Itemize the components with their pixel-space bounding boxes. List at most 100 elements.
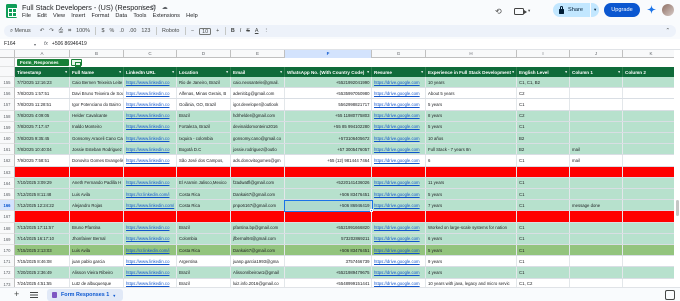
table-cell[interactable]: [623, 245, 680, 256]
table-cell[interactable]: 7/14/2025 16:17:10: [15, 233, 70, 244]
menu-data[interactable]: Data: [115, 13, 127, 19]
table-cell[interactable]: [570, 166, 623, 177]
table-header-cell[interactable]: Column 2▾: [623, 67, 680, 77]
row-header[interactable]: 162: [0, 155, 15, 167]
table-cell[interactable]: https://www.linkedin.co: [124, 121, 177, 132]
explore-icon[interactable]: [665, 290, 675, 300]
table-cell[interactable]: C1: [517, 155, 570, 166]
table-cell[interactable]: Davi Bruno Teixeira de Sousa: [70, 88, 124, 99]
row-header[interactable]: 158: [0, 110, 15, 122]
row-header[interactable]: 166: [0, 200, 15, 212]
table-cell[interactable]: message done: [570, 200, 623, 211]
table-cell[interactable]: C1: [517, 121, 570, 132]
table-cell[interactable]: [623, 256, 680, 267]
table-cell[interactable]: 10 años: [426, 133, 517, 144]
table-cell[interactable]: https://www.linkedin.co: [124, 267, 177, 278]
table-cell[interactable]: [426, 166, 517, 177]
menu-edit[interactable]: Edit: [37, 13, 47, 19]
table-cell[interactable]: https://drive.google.com: [372, 144, 426, 155]
row-header[interactable]: [0, 58, 15, 67]
table-cell[interactable]: 7/8/2025 1:57:51: [15, 88, 70, 99]
table-cell[interactable]: Lutz de albuquerque: [70, 278, 124, 287]
table-header-cell[interactable]: Column 1 ▾: [570, 67, 623, 77]
share-button[interactable]: Share ▾: [553, 3, 599, 17]
table-cell[interactable]: https://drive.google.com: [372, 110, 426, 121]
table-cell[interactable]: [570, 110, 623, 121]
share-dropdown-icon[interactable]: ▾: [594, 7, 596, 13]
column-header-h[interactable]: H: [426, 50, 517, 58]
table-cell[interactable]: Inaldo Monteiro: [70, 121, 124, 132]
table-cell[interactable]: [623, 166, 680, 177]
table-cell[interactable]: Fortaleza, Brazil: [177, 121, 231, 132]
table-cell[interactable]: +506 83476451: [285, 245, 372, 256]
table-name-chip[interactable]: Form_Responses: [17, 59, 69, 66]
table-cell[interactable]: mail: [570, 144, 623, 155]
table-cell[interactable]: +55 85 994102280: [285, 121, 372, 132]
table-cell[interactable]: +5535997050980: [285, 88, 372, 99]
table-cell[interactable]: 9 years: [426, 256, 517, 267]
table-cell[interactable]: +55 11980775803: [285, 110, 372, 121]
table-cell[interactable]: [570, 222, 623, 233]
table-cell[interactable]: https://www.linkedin.co: [124, 155, 177, 166]
row-header[interactable]: 171: [0, 256, 15, 268]
table-cell[interactable]: 7/7/2025 12:16:23: [15, 77, 70, 88]
table-cell[interactable]: Costa Rica: [177, 200, 231, 211]
table-cell[interactable]: 7/9/2025 7:58:51: [15, 155, 70, 166]
column-filter-icon[interactable]: ▾: [421, 70, 423, 74]
table-cell[interactable]: adeniti1g@gmail.com: [231, 88, 285, 99]
table-cell[interactable]: Brazil: [177, 267, 231, 278]
table-cell[interactable]: caio.nexsantele@gmail.: [231, 77, 285, 88]
column-filter-icon[interactable]: ▾: [565, 70, 567, 74]
row-header[interactable]: 156: [0, 88, 15, 100]
table-cell[interactable]: C1, C2: [517, 278, 570, 287]
table-cell[interactable]: https://www.linkedin.co: [124, 222, 177, 233]
table-cell[interactable]: Jossie Esteban Rodriguez: [70, 144, 124, 155]
table-cell[interactable]: https://drive.google.com: [372, 88, 426, 99]
table-cell[interactable]: Brazil: [177, 110, 231, 121]
italic-button[interactable]: I: [240, 28, 242, 34]
paint-format-icon[interactable]: ⌗: [68, 28, 71, 35]
table-cell[interactable]: 7/8/2025 7:17:47: [15, 121, 70, 132]
table-header-cell[interactable]: Experience in Full Stack Development ▾: [426, 67, 517, 77]
column-header-e[interactable]: E: [231, 50, 285, 58]
column-header-a[interactable]: A: [15, 50, 70, 58]
vertical-scrollbar[interactable]: [674, 50, 680, 287]
table-cell[interactable]: https://drive.google.com: [372, 177, 426, 188]
row-header[interactable]: 168: [0, 222, 15, 234]
table-cell[interactable]: [517, 211, 570, 222]
table-cell[interactable]: [70, 211, 124, 222]
column-header-f[interactable]: F: [285, 50, 372, 58]
table-header-cell[interactable]: Full Name ▾: [70, 67, 124, 77]
table-cell[interactable]: [623, 211, 680, 222]
table-cell[interactable]: C1: [517, 267, 570, 278]
scrollbar-thumb[interactable]: [675, 200, 679, 216]
table-cell[interactable]: [15, 211, 70, 222]
all-sheets-icon[interactable]: [30, 291, 38, 298]
table-cell[interactable]: 7/8/2025 9:35:45: [15, 133, 70, 144]
table-cell[interactable]: luiz.info.2016@gmail.co: [231, 278, 285, 287]
table-cell[interactable]: https://www.linkedin.co: [124, 256, 177, 267]
table-cell[interactable]: https://drive.google.com: [372, 155, 426, 166]
row-header[interactable]: 169: [0, 233, 15, 245]
table-cell[interactable]: 7/20/2025 2:36:49: [15, 267, 70, 278]
table-cell[interactable]: Ixquira - colombia: [177, 133, 231, 144]
table-cell[interactable]: Bruno Pfantina: [70, 222, 124, 233]
account-avatar[interactable]: [662, 4, 674, 16]
table-cell[interactable]: Helder Cavalcante: [70, 110, 124, 121]
gemini-icon[interactable]: [647, 5, 656, 14]
table-cell[interactable]: +573106405672: [285, 133, 372, 144]
undo-icon[interactable]: ↶: [40, 28, 45, 34]
table-cell[interactable]: C1: [517, 256, 570, 267]
name-box-dropdown-icon[interactable]: ▾: [34, 42, 36, 47]
table-cell[interactable]: https://www.linkedin.co: [124, 110, 177, 121]
document-title[interactable]: Full Stack Developers - (US) (Responses): [22, 3, 156, 12]
table-cell[interactable]: Igor Potenciano do Bairro: [70, 99, 124, 110]
table-cell[interactable]: https://drive.google.com: [372, 189, 426, 200]
table-cell[interactable]: devinaldomonteiro2016: [231, 121, 285, 132]
font-family-select[interactable]: Roboto: [162, 28, 179, 34]
table-cell[interactable]: 8 years: [426, 110, 517, 121]
column-filter-icon[interactable]: ▾: [280, 70, 282, 74]
table-cell[interactable]: 3757466739: [285, 256, 372, 267]
table-header-cell[interactable]: English Level ▾: [517, 67, 570, 77]
menu-insert[interactable]: Insert: [71, 13, 85, 19]
